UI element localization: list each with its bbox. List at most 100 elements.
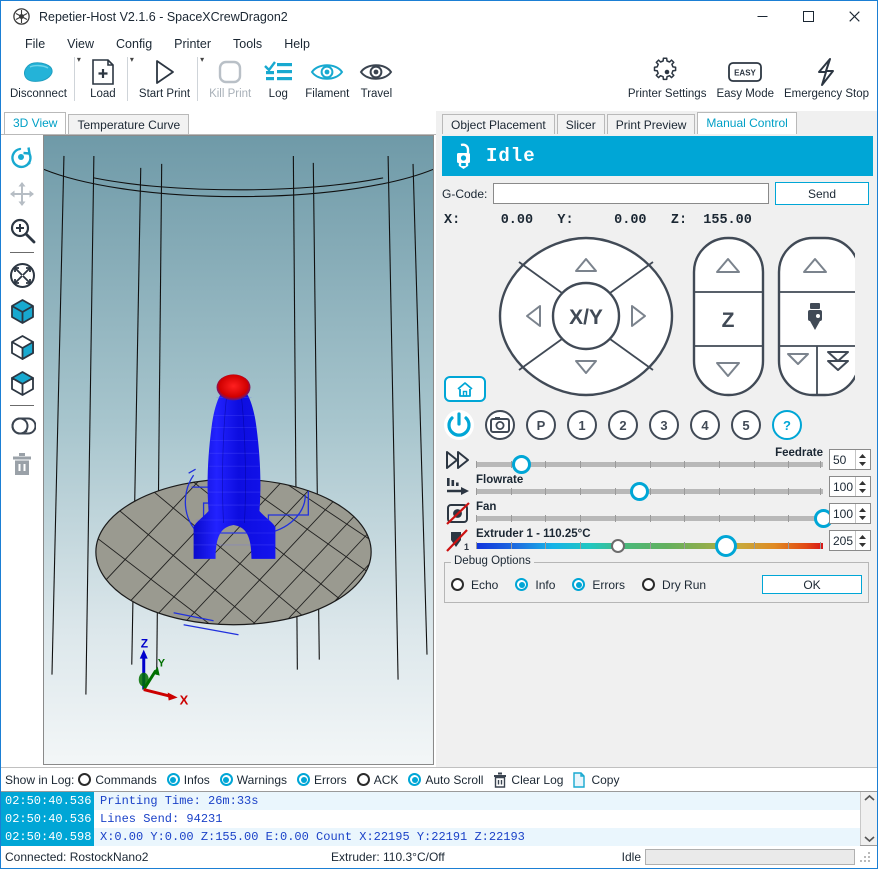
menu-printer[interactable]: Printer xyxy=(163,35,222,53)
printer-idle-icon xyxy=(442,142,486,170)
warnings-radio[interactable] xyxy=(219,773,233,786)
extruder-temp-spinner[interactable]: 205 xyxy=(829,530,871,551)
maximize-button[interactable] xyxy=(785,1,831,32)
log-scrollbar[interactable] xyxy=(860,792,877,845)
debug-ok-button[interactable]: OK xyxy=(762,575,862,594)
extruder-jog-pad[interactable] xyxy=(775,234,855,399)
errors-radio[interactable] xyxy=(297,773,311,786)
3d-viewport[interactable]: Z Y X xyxy=(43,135,434,765)
chevron-down-icon[interactable] xyxy=(863,834,875,843)
log-row[interactable]: 02:50:40.536 Printing Time: 26m:33s xyxy=(1,792,860,810)
toolbar-log-button[interactable]: Log xyxy=(256,55,300,100)
send-button[interactable]: Send xyxy=(775,182,869,205)
flowrate-slider[interactable]: Flowrate xyxy=(476,474,823,501)
flowrate-value: 100 xyxy=(833,479,854,494)
trash-icon[interactable] xyxy=(5,447,39,481)
spinner-arrows[interactable] xyxy=(855,477,869,496)
cube-faces-icon[interactable] xyxy=(5,330,39,364)
gear-icon xyxy=(652,57,682,87)
chevron-up-icon[interactable] xyxy=(863,794,875,803)
gcode-input[interactable] xyxy=(493,183,769,204)
log-filter-infos[interactable]: Infos xyxy=(166,773,210,787)
spinner-arrows[interactable] xyxy=(855,504,869,523)
autoscroll-radio[interactable] xyxy=(408,773,422,786)
toolbar-emergency-stop-button[interactable]: Emergency Stop xyxy=(779,55,874,100)
log-filter-autoscroll[interactable]: Auto Scroll xyxy=(408,773,483,787)
spinner-arrows[interactable] xyxy=(855,450,869,469)
flowrate-slider-row: Flowrate 100 xyxy=(442,473,871,501)
cube-edges-icon[interactable] xyxy=(5,294,39,328)
debug-echo-radio[interactable] xyxy=(451,578,464,591)
feedrate-knob[interactable] xyxy=(512,454,532,474)
toolbar-label: Kill Print xyxy=(209,88,252,100)
rotate-icon[interactable] xyxy=(5,141,39,175)
home-icon xyxy=(457,381,473,397)
extruder-target-temp-knob[interactable] xyxy=(714,534,737,557)
debug-dryrun-radio[interactable] xyxy=(642,578,656,591)
debug-errors-radio[interactable] xyxy=(572,578,586,591)
log-filter-commands[interactable]: Commands xyxy=(78,773,157,787)
toolbar-disconnect-button[interactable]: Disconnect xyxy=(5,55,72,100)
help-button[interactable]: ? xyxy=(772,410,802,440)
close-button[interactable] xyxy=(831,1,877,32)
debug-info-radio[interactable] xyxy=(515,578,529,591)
flowrate-spinner[interactable]: 100 xyxy=(829,476,871,497)
z-jog-pad[interactable]: Z xyxy=(690,234,767,399)
commands-radio[interactable] xyxy=(78,773,92,786)
toolbar-kill-print-button[interactable]: Kill Print xyxy=(204,55,256,100)
toolbar-easy-mode-button[interactable]: EASY Easy Mode xyxy=(711,55,779,100)
tab-print-preview[interactable]: Print Preview xyxy=(606,114,696,134)
fan-slider[interactable]: Fan xyxy=(476,501,833,528)
log-filter-errors[interactable]: Errors xyxy=(297,773,347,787)
fan-spinner[interactable]: 100 xyxy=(829,503,871,524)
power-button[interactable] xyxy=(444,410,474,440)
magnifier-plus-icon[interactable] xyxy=(5,213,39,247)
flowrate-knob[interactable] xyxy=(630,481,650,501)
menu-help[interactable]: Help xyxy=(273,35,321,53)
tab-slicer[interactable]: Slicer xyxy=(556,114,605,134)
macro-4-button[interactable]: 4 xyxy=(690,410,720,440)
infos-radio[interactable] xyxy=(166,773,180,786)
macro-2-button[interactable]: 2 xyxy=(608,410,638,440)
toolbar-start-print-button[interactable]: Start Print xyxy=(134,55,195,100)
extruder-temp-slider-row: 1 Extruder 1 - 110.25°C 205 xyxy=(442,527,871,557)
log-row[interactable]: 02:50:40.598 X:0.00 Y:0.00 Z:155.00 E:0.… xyxy=(1,828,860,846)
tab-temperature-curve[interactable]: Temperature Curve xyxy=(68,114,190,134)
resize-grip[interactable] xyxy=(859,851,871,863)
tab-object-placement[interactable]: Object Placement xyxy=(442,114,555,134)
duplicate-icon[interactable] xyxy=(5,411,39,445)
debug-options-title: Debug Options xyxy=(451,555,534,567)
extruder-temp-slider[interactable]: Extruder 1 - 110.25°C xyxy=(476,528,823,557)
menu-file[interactable]: File xyxy=(14,35,56,53)
feedrate-spinner[interactable]: 50 xyxy=(829,449,871,470)
feedrate-slider[interactable]: Feedrate xyxy=(476,447,823,474)
xy-jog-pad[interactable]: X/Y xyxy=(496,234,676,399)
fit-screen-icon[interactable] xyxy=(5,258,39,292)
cube-solid-icon[interactable] xyxy=(5,366,39,400)
log-list[interactable]: 02:50:40.536 Printing Time: 26m:33s 02:5… xyxy=(1,791,877,846)
clear-log-button[interactable]: Clear Log xyxy=(493,772,563,788)
move-arrows-icon[interactable] xyxy=(5,177,39,211)
camera-button[interactable] xyxy=(485,410,515,440)
log-filter-warnings[interactable]: Warnings xyxy=(219,773,287,787)
spinner-arrows[interactable] xyxy=(855,531,869,550)
toolbar-travel-button[interactable]: Travel xyxy=(354,55,398,100)
macro-5-button[interactable]: 5 xyxy=(731,410,761,440)
park-button[interactable]: P xyxy=(526,410,556,440)
tab-3d-view[interactable]: 3D View xyxy=(4,112,67,134)
menu-tools[interactable]: Tools xyxy=(222,35,273,53)
menu-view[interactable]: View xyxy=(56,35,105,53)
log-row[interactable]: 02:50:40.536 Lines Send: 94231 xyxy=(1,810,860,828)
log-filter-ack[interactable]: ACK xyxy=(356,773,398,787)
macro-3-button[interactable]: 3 xyxy=(649,410,679,440)
toolbar-filament-button[interactable]: Filament xyxy=(300,55,354,100)
menu-config[interactable]: Config xyxy=(105,35,163,53)
copy-log-button[interactable]: Copy xyxy=(573,771,619,788)
toolbar-printer-settings-button[interactable]: Printer Settings xyxy=(623,55,712,100)
home-button[interactable] xyxy=(444,376,486,402)
minimize-button[interactable] xyxy=(739,1,785,32)
macro-1-button[interactable]: 1 xyxy=(567,410,597,440)
toolbar-load-button[interactable]: Load xyxy=(81,55,125,100)
tab-manual-control[interactable]: Manual Control xyxy=(697,112,797,134)
ack-radio[interactable] xyxy=(356,773,370,786)
